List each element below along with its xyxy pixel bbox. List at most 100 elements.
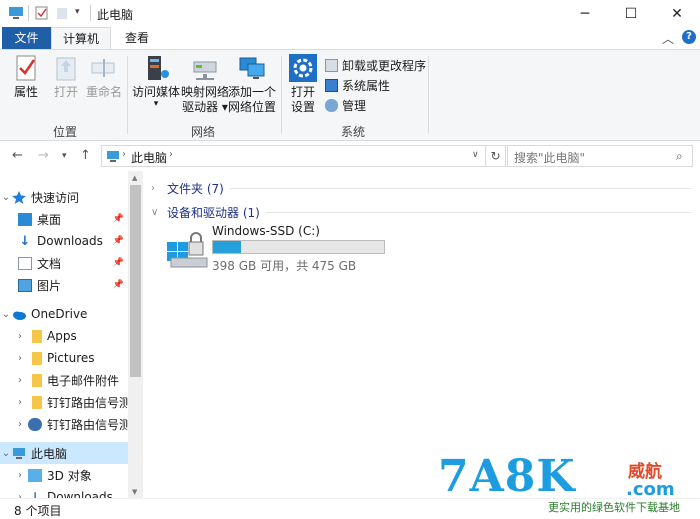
scroll-up-icon[interactable]: ▲: [132, 174, 137, 182]
rename-label: 重命名: [86, 85, 123, 99]
collapse-chevron-icon[interactable]: ›: [14, 397, 26, 408]
system-properties-button[interactable]: 系统属性: [325, 75, 426, 95]
access-media-button[interactable]: 访问媒体 ▾: [132, 54, 180, 109]
sidebar-label: Apps: [47, 329, 77, 343]
new-folder-quick-icon[interactable]: [56, 6, 68, 20]
sidebar-item-email-attachments[interactable]: › 电子邮件附件: [0, 369, 128, 391]
collapse-chevron-icon[interactable]: ›: [14, 375, 26, 386]
sidebar-label: Downloads: [47, 490, 113, 498]
window-title: 此电脑: [97, 8, 134, 22]
pin-icon[interactable]: 📌: [113, 280, 124, 290]
open-settings-label-2: 设置: [290, 100, 315, 114]
access-media-dropdown-icon: ▾: [153, 99, 159, 109]
breadcrumb-this-pc[interactable]: 此电脑: [131, 149, 167, 166]
sidebar-label: Downloads: [37, 234, 103, 248]
forward-arrow-icon[interactable]: →: [38, 148, 49, 163]
section-folders[interactable]: › 文件夹 (7): [151, 180, 691, 197]
collapse-chevron-icon[interactable]: ›: [14, 470, 26, 481]
search-input[interactable]: 搜索"此电脑" ⌕: [507, 145, 693, 167]
up-arrow-icon[interactable]: ↑: [80, 148, 91, 163]
sidebar-item-3d-objects[interactable]: › 3D 对象: [0, 464, 128, 486]
maximize-button[interactable]: ☐: [608, 0, 654, 27]
group-separator: [127, 56, 128, 134]
drive-icon: [167, 232, 208, 268]
expand-chevron-icon[interactable]: ⌄: [0, 309, 12, 320]
collapse-chevron-icon[interactable]: ›: [14, 331, 26, 342]
sidebar-item-desktop[interactable]: 桌面 📌: [0, 208, 128, 230]
properties-quick-icon[interactable]: [35, 6, 49, 20]
scroll-thumb[interactable]: [130, 185, 141, 377]
scroll-down-icon[interactable]: ▼: [132, 488, 137, 496]
section-divider: [229, 188, 691, 189]
expand-chevron-icon[interactable]: ⌄: [0, 448, 12, 459]
sidebar-label: 桌面: [37, 212, 62, 227]
sidebar-item-onedrive[interactable]: ⌄ OneDrive: [0, 303, 128, 325]
sidebar-item-dingding-shared[interactable]: › 钉钉路由信号测试: [0, 413, 128, 435]
desktop-icon: [18, 212, 32, 226]
minimize-button[interactable]: ─: [562, 0, 608, 27]
computer-icon: [9, 7, 23, 19]
pin-icon[interactable]: 📌: [113, 214, 124, 224]
refresh-button[interactable]: ↻: [486, 145, 506, 167]
rename-icon: [91, 59, 115, 77]
properties-button[interactable]: 属性: [12, 54, 40, 100]
drive-usage-fill: [213, 241, 241, 253]
section-folders-label: 文件夹 (7): [167, 182, 224, 196]
breadcrumb-chevron-icon[interactable]: ›: [169, 149, 173, 160]
sidebar-item-documents[interactable]: 文档 📌: [0, 252, 128, 274]
group-label-system: 系统: [341, 125, 366, 139]
sidebar-item-quick-access[interactable]: ⌄ 快速访问: [0, 186, 128, 208]
computer-icon: [107, 151, 119, 162]
collapse-ribbon-icon[interactable]: ︿: [662, 30, 674, 47]
sidebar-item-downloads[interactable]: ↓ Downloads 📌: [0, 230, 128, 252]
properties-label: 属性: [13, 85, 38, 99]
section-devices[interactable]: ∨ 设备和驱动器 (1): [151, 204, 691, 221]
divider: [28, 5, 29, 21]
group-label-location: 位置: [53, 125, 78, 139]
add-network-location-label: 添加一个: [228, 85, 277, 99]
open-button[interactable]: 打开: [52, 54, 80, 100]
network-location-icon: [239, 57, 265, 79]
expand-chevron-icon[interactable]: ∨: [151, 207, 161, 218]
help-icon[interactable]: ?: [682, 30, 696, 44]
map-network-drive-button[interactable]: 映射网络 驱动器 ▾: [181, 54, 229, 115]
sidebar-label: 文档: [37, 256, 62, 271]
sidebar-label: 钉钉路由信号测试: [47, 395, 128, 410]
shared-folder-icon: [28, 417, 42, 431]
drive-tile[interactable]: Windows-SSD (C:) 398 GB 可用，共 475 GB: [165, 224, 425, 273]
collapse-chevron-icon[interactable]: ›: [151, 183, 161, 194]
back-arrow-icon[interactable]: ←: [12, 148, 23, 163]
customize-quick-access-icon[interactable]: ▾: [75, 7, 80, 17]
sidebar-item-this-pc[interactable]: ⌄ 此电脑: [0, 442, 128, 464]
sidebar-item-downloads-pc[interactable]: › ↓ Downloads: [0, 486, 128, 498]
folder-icon: [32, 329, 42, 343]
sidebar-item-pictures[interactable]: 图片 📌: [0, 274, 128, 296]
add-network-location-button[interactable]: 添加一个 网络位置: [228, 54, 276, 115]
star-icon: [12, 190, 26, 204]
computer-icon: [13, 447, 25, 459]
rename-button[interactable]: 重命名: [86, 54, 122, 100]
collapse-chevron-icon[interactable]: ›: [14, 353, 26, 364]
open-settings-label: 打开: [290, 85, 315, 99]
access-media-label: 访问媒体: [132, 85, 181, 99]
sidebar-item-dingding-folder[interactable]: › 钉钉路由信号测试: [0, 391, 128, 413]
address-history-dropdown-icon[interactable]: ∨: [472, 150, 479, 160]
tab-computer[interactable]: 计算机: [51, 27, 112, 50]
close-button[interactable]: ✕: [654, 0, 700, 27]
pin-icon[interactable]: 📌: [113, 236, 124, 246]
collapse-chevron-icon[interactable]: ›: [14, 419, 26, 430]
expand-chevron-icon[interactable]: ⌄: [0, 192, 12, 203]
tab-view[interactable]: 查看: [114, 27, 160, 49]
breadcrumb-chevron-icon[interactable]: ›: [122, 149, 126, 160]
folder-icon: [32, 373, 42, 387]
tab-file[interactable]: 文件: [2, 27, 51, 49]
address-box[interactable]: › 此电脑 › ∨: [101, 145, 486, 167]
open-settings-button[interactable]: 打开 设置: [289, 54, 317, 115]
sidebar-item-apps[interactable]: › Apps: [0, 325, 128, 347]
manage-button[interactable]: 管理: [325, 95, 426, 115]
folder-icon: [32, 351, 42, 365]
recent-locations-icon[interactable]: ▾: [62, 151, 67, 161]
pin-icon[interactable]: 📌: [113, 258, 124, 268]
uninstall-program-button[interactable]: 卸载或更改程序: [325, 55, 426, 75]
sidebar-item-pictures-folder[interactable]: › Pictures: [0, 347, 128, 369]
